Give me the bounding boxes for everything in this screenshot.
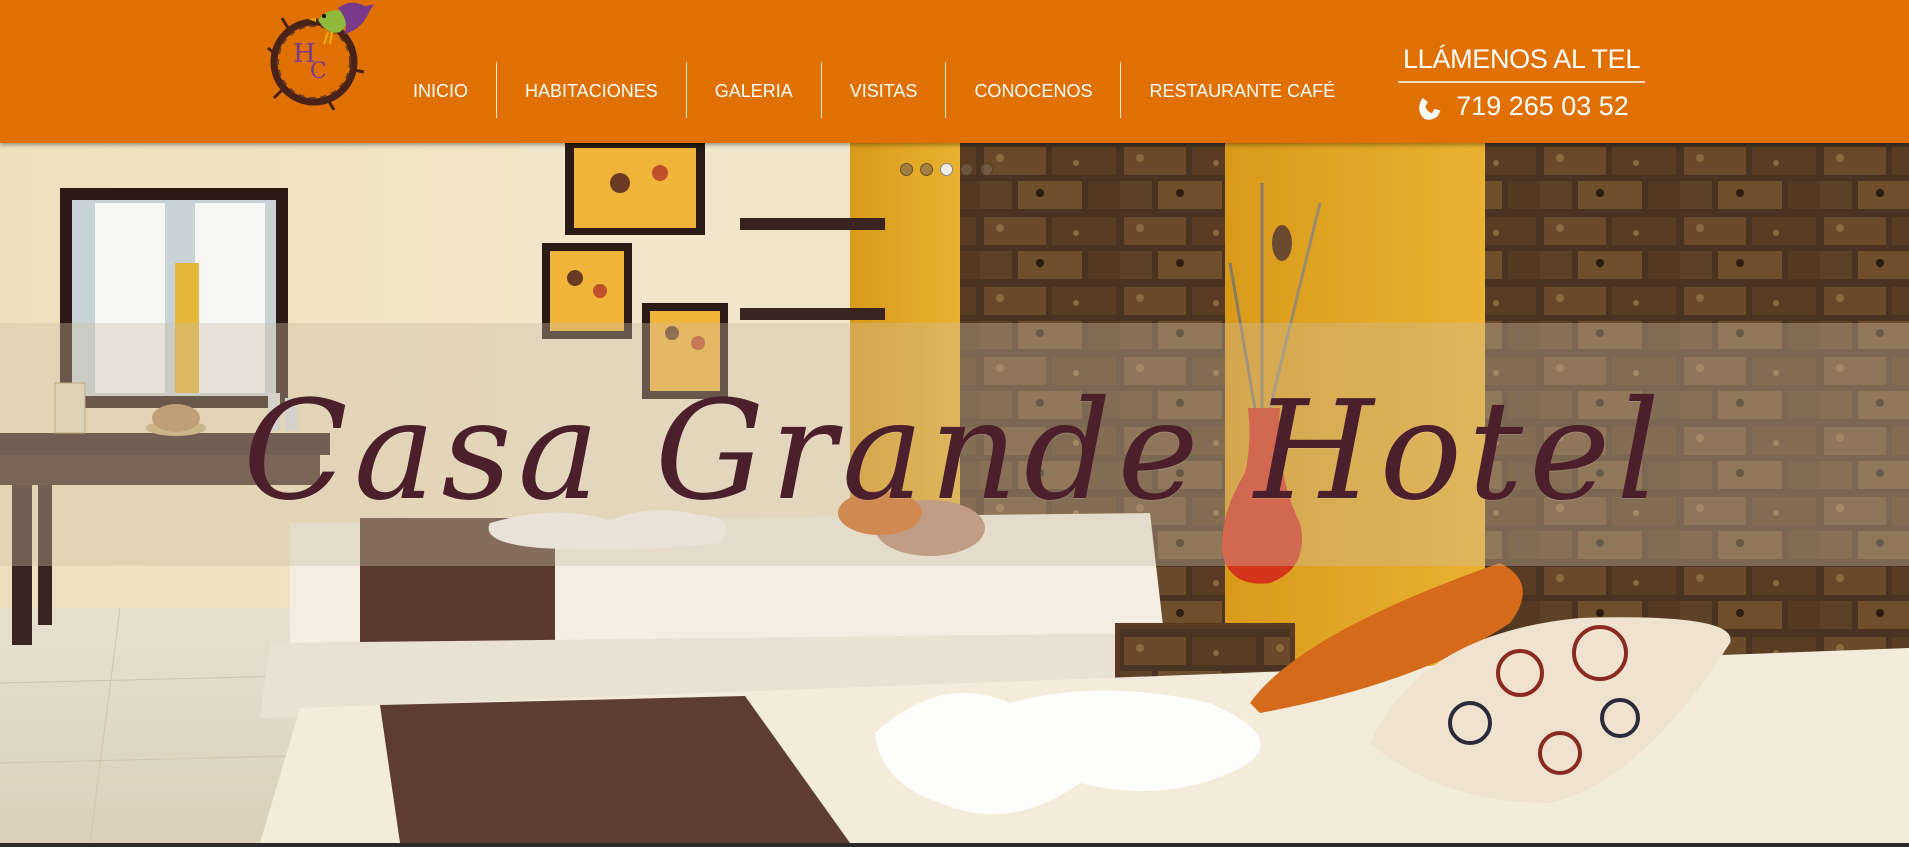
slider-pagination (900, 163, 993, 176)
nav-galeria[interactable]: GALERIA (687, 62, 821, 120)
slider-dot-4[interactable] (960, 163, 973, 176)
logo-letter-c: C (310, 59, 327, 84)
slider-dot-1[interactable] (900, 163, 913, 176)
phone-number: 719 265 03 52 (1456, 91, 1629, 121)
slider-dot-5[interactable] (980, 163, 993, 176)
main-nav: INICIO HABITACIONES GALERIA VISITAS CONO… (393, 62, 1363, 120)
nav-visitas[interactable]: VISITAS (822, 62, 946, 120)
nav-restaurante-cafe[interactable]: RESTAURANTE CAFÉ (1121, 62, 1363, 120)
hotel-logo[interactable]: H C (258, 0, 382, 118)
slider-dot-2[interactable] (920, 163, 933, 176)
nav-conocenos[interactable]: CONOCENOS (946, 62, 1120, 120)
phone-icon (1414, 92, 1444, 122)
nav-habitaciones[interactable]: HABITACIONES (497, 62, 686, 120)
slider-dot-3-active[interactable] (940, 163, 953, 176)
phone-number-link[interactable]: 719 265 03 52 (1398, 91, 1645, 122)
page-bottom-edge (0, 843, 1909, 847)
nav-inicio[interactable]: INICIO (393, 62, 496, 120)
hero-title: Casa Grande Hotel (242, 372, 1667, 531)
contact-block: LLÁMENOS AL TEL 719 265 03 52 (1398, 44, 1645, 122)
call-us-label: LLÁMENOS AL TEL (1398, 44, 1645, 83)
site-header: H C INICIO HABITACIONES GALERIA VISITAS … (0, 0, 1909, 143)
